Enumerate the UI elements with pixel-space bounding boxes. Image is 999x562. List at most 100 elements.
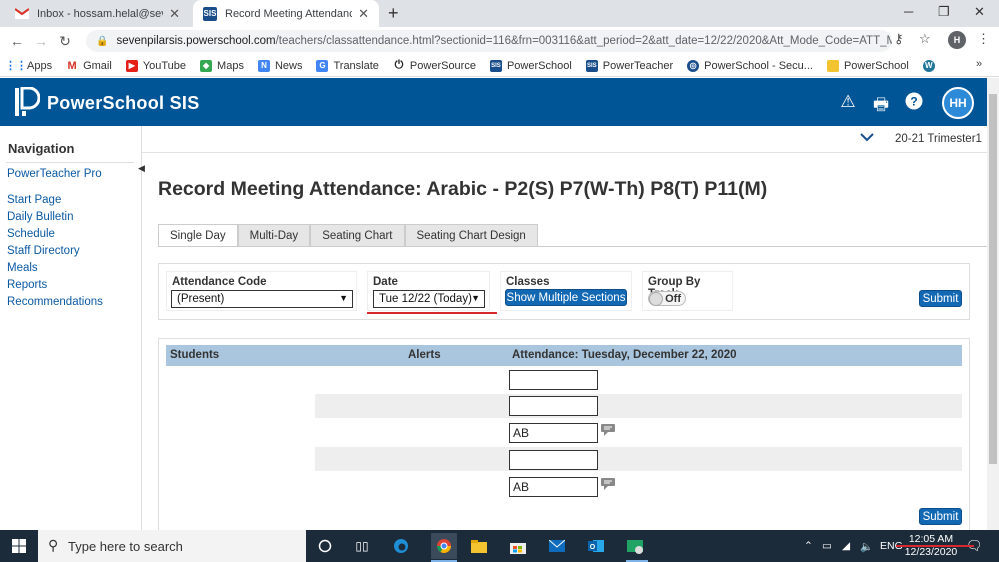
new-tab-button[interactable]: + (388, 3, 399, 24)
url-path: /teachers/classattendance.html?sectionid… (275, 35, 892, 47)
date-select[interactable]: Tue 12/22 (Today) ▼ (373, 290, 485, 308)
forward-icon[interactable]: → (29, 33, 53, 49)
submit-button-top[interactable]: Submit (919, 290, 962, 307)
bookmark-label: Translate (333, 59, 379, 72)
volume-icon[interactable]: 🔈 (860, 540, 873, 553)
back-icon[interactable]: ← (5, 33, 29, 49)
bookmark-powerschool[interactable]: SIS PowerSchool (489, 59, 572, 72)
table-row-stripe (315, 394, 962, 418)
show-multiple-sections-button[interactable]: Show Multiple Sections (505, 289, 627, 306)
maximize-icon[interactable]: ❐ (938, 4, 950, 20)
browser-tab-gmail[interactable]: Inbox - hossam.helal@sevenpill ✕ (5, 0, 190, 27)
tab-title: Record Meeting Attendance (225, 7, 353, 20)
bookmark-powerteacher[interactable]: SIS PowerTeacher (585, 59, 674, 72)
comment-icon[interactable] (601, 424, 615, 436)
chevron-up-icon[interactable]: ⌃ (804, 540, 813, 552)
svg-text:?: ? (910, 95, 917, 109)
bookmark-youtube[interactable]: ▶ YouTube (125, 59, 186, 72)
close-tab-icon[interactable]: ✕ (358, 6, 369, 22)
attendance-input-row-3[interactable]: AB (509, 423, 598, 443)
bookmark-powerschool-folder[interactable]: PowerSchool (826, 59, 909, 72)
translate-icon: G (316, 59, 329, 72)
close-window-icon[interactable]: ✕ (974, 4, 985, 20)
collapse-sidebar-icon[interactable]: ◀ (138, 163, 145, 174)
chevron-down-icon[interactable] (860, 129, 874, 145)
user-avatar[interactable]: HH (942, 87, 974, 119)
clock-date: 12/23/2020 (904, 546, 958, 558)
sidebar-item-recommendations[interactable]: Recommendations (7, 296, 103, 308)
bookmark-wordpress[interactable]: W (922, 59, 940, 72)
battery-icon[interactable]: ▭ (822, 540, 832, 552)
minimize-icon[interactable]: ─ (904, 4, 913, 19)
attendance-input-row-2[interactable] (509, 396, 598, 416)
bookmark-powerschool-secu[interactable]: ◎ PowerSchool - Secu... (687, 59, 813, 72)
sidebar-item-start-page[interactable]: Start Page (7, 194, 61, 206)
printer-icon[interactable]: 🖶 (871, 92, 891, 121)
app-title: PowerSchool SIS (47, 93, 200, 113)
bookmark-label: Maps (217, 59, 244, 72)
search-placeholder: Type here to search (68, 538, 183, 554)
key-icon[interactable]: ⚷ (894, 31, 904, 47)
page-scrollbar[interactable] (987, 78, 999, 530)
submit-button-bottom[interactable]: Submit (919, 508, 962, 525)
scrollbar-thumb[interactable] (989, 94, 997, 464)
group-by-track-toggle[interactable]: Off (648, 291, 686, 306)
navigation-heading: Navigation (8, 141, 75, 156)
store-icon[interactable] (509, 537, 527, 555)
tab-multi-day[interactable]: Multi-Day (237, 224, 311, 247)
date-highlight-underline (367, 312, 497, 314)
more-bookmarks-icon[interactable]: » (976, 58, 982, 70)
close-tab-icon[interactable]: ✕ (169, 6, 180, 22)
mail-icon[interactable] (548, 537, 566, 555)
wifi-icon[interactable]: ◢ (842, 540, 850, 552)
tab-seating-chart-design[interactable]: Seating Chart Design (404, 224, 538, 247)
reload-icon[interactable]: ↻ (53, 33, 77, 50)
taskbar-search-input[interactable]: ⚲ Type here to search (38, 530, 306, 562)
powerschool-header: PowerSchool SIS ⚠ 🖶 ? HH (0, 78, 987, 126)
bookmark-maps[interactable]: ◆ Maps (200, 59, 244, 72)
globe-icon: ◎ (687, 59, 700, 72)
cortana-icon[interactable] (316, 537, 334, 555)
bookmark-powersource[interactable]: ⏻ PowerSource (393, 59, 476, 72)
attendance-code-label: Attendance Code (172, 276, 267, 288)
sidebar-item-reports[interactable]: Reports (7, 279, 47, 291)
bookmark-label: PowerSource (409, 59, 476, 72)
tab-seating-chart[interactable]: Seating Chart (310, 224, 405, 247)
profile-avatar[interactable]: H (948, 31, 966, 49)
bookmark-translate[interactable]: G Translate (316, 59, 379, 72)
chrome-icon[interactable] (431, 533, 457, 559)
youtube-icon: ▶ (125, 59, 138, 72)
menu-dots-icon[interactable]: ⋮ (977, 31, 990, 47)
table-row-stripe (315, 447, 962, 471)
browser-tab-attendance[interactable]: SIS Record Meeting Attendance ✕ (193, 0, 379, 27)
comment-icon[interactable] (601, 478, 615, 490)
app-icon-green[interactable] (626, 537, 644, 555)
wordpress-icon: W (922, 59, 935, 72)
attendance-code-select[interactable]: (Present) ▼ (171, 290, 353, 308)
attendance-input-row-4[interactable] (509, 450, 598, 470)
url-field[interactable]: 🔒 sevenpilarsis.powerschool.com/teachers… (86, 30, 892, 52)
term-selector[interactable]: 20-21 Trimester1 (895, 133, 982, 145)
date-value: Tue 12/22 (Today) (379, 293, 472, 305)
attendance-input-row-5[interactable]: AB (509, 477, 598, 497)
sidebar-item-daily-bulletin[interactable]: Daily Bulletin (7, 211, 73, 223)
tab-single-day[interactable]: Single Day (158, 224, 238, 247)
task-view-icon[interactable]: ▯▯ (353, 537, 371, 555)
sidebar-item-schedule[interactable]: Schedule (7, 228, 55, 240)
sidebar-item-meals[interactable]: Meals (7, 262, 38, 274)
bookmark-label: PowerTeacher (602, 59, 674, 72)
help-icon[interactable]: ? (904, 92, 924, 115)
bookmark-apps[interactable]: ⋮⋮ Apps (5, 60, 52, 73)
windows-taskbar: ⚲ Type here to search ▯▯ O ⌃ ▭ ◢ 🔈 ENG 1… (0, 530, 999, 562)
star-icon[interactable]: ☆ (919, 31, 931, 47)
alert-triangle-icon[interactable]: ⚠ (838, 92, 858, 112)
sidebar-item-powerteacher-pro[interactable]: PowerTeacher Pro (7, 168, 102, 180)
attendance-input-row-1[interactable] (509, 370, 598, 390)
edge-icon[interactable] (392, 537, 410, 555)
sidebar-item-staff-directory[interactable]: Staff Directory (7, 245, 80, 257)
windows-start-icon[interactable] (12, 539, 26, 553)
file-explorer-icon[interactable] (470, 537, 488, 555)
outlook-icon[interactable]: O (587, 537, 605, 555)
bookmark-gmail[interactable]: M Gmail (66, 60, 111, 72)
bookmark-news[interactable]: N News (257, 59, 302, 72)
